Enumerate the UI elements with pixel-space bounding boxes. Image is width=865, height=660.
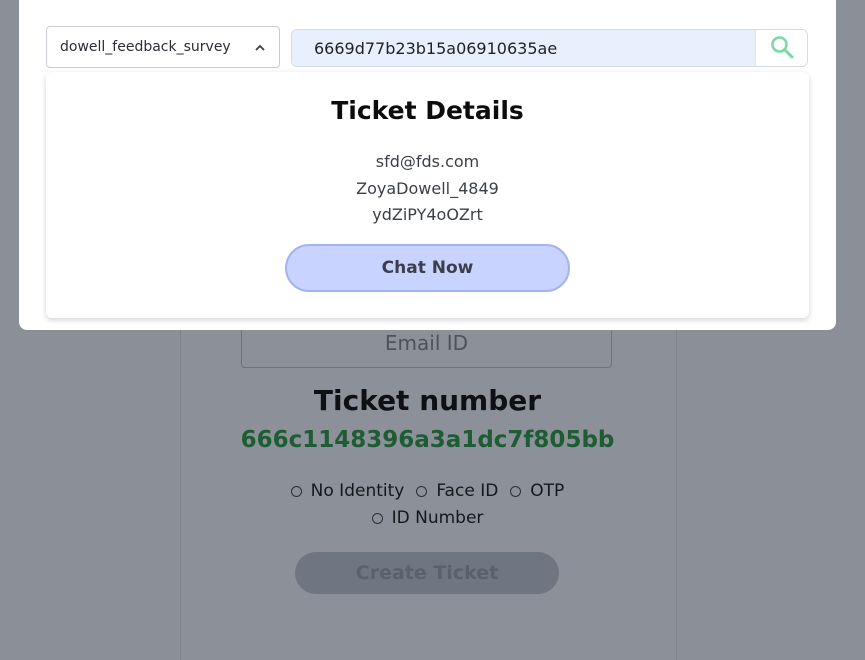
radio-circle[interactable] <box>290 485 302 497</box>
details-username: ZoyaDowell_4849 <box>356 178 499 198</box>
radio-otp[interactable]: OTP <box>510 481 564 501</box>
details-code: ydZiPY4oOZrt <box>372 205 483 224</box>
survey-select[interactable]: dowell_feedback_survey <box>46 26 280 68</box>
radio-label: Face ID <box>436 481 499 501</box>
survey-select-value: dowell_feedback_survey <box>60 39 231 55</box>
radio-label: OTP <box>530 481 565 501</box>
ticket-number-value: 666c1148396a3a1dc7f805bb <box>240 427 615 453</box>
radio-label: ID Number <box>391 508 484 528</box>
ticket-search-modal: dowell_feedback_survey Ticket Details sf… <box>19 0 836 330</box>
search-button[interactable] <box>755 30 807 66</box>
ticket-search-input[interactable] <box>292 30 755 66</box>
radio-face-id[interactable]: Face ID <box>416 481 498 501</box>
search-icon <box>770 35 794 62</box>
radio-circle[interactable] <box>416 485 428 497</box>
ticket-details-info: sfd@fds.com ZoyaDowell_4849 ydZiPY4oOZrt <box>46 149 809 229</box>
ticket-details-card: Ticket Details sfd@fds.com ZoyaDowell_48… <box>46 72 809 318</box>
ticket-number-title: Ticket number <box>313 384 542 417</box>
chevron-up-icon <box>253 40 267 54</box>
email-placeholder: Email ID <box>384 330 469 355</box>
details-email: sfd@fds.com <box>375 152 480 171</box>
ticket-search-bar <box>291 29 808 67</box>
chat-now-button[interactable]: Chat Now <box>285 244 570 292</box>
radio-no-identity[interactable]: No Identity <box>290 481 405 501</box>
radio-label: No Identity <box>310 481 405 501</box>
identity-options-row: No Identity Face ID OTP <box>180 481 675 501</box>
radio-id-number[interactable]: ID Number <box>371 508 484 528</box>
identity-options-row: ID Number <box>180 508 675 528</box>
radio-circle[interactable] <box>510 485 522 497</box>
create-ticket-button[interactable]: Create Ticket <box>295 552 559 594</box>
ticket-details-title: Ticket Details <box>331 96 524 125</box>
radio-circle[interactable] <box>371 512 383 524</box>
